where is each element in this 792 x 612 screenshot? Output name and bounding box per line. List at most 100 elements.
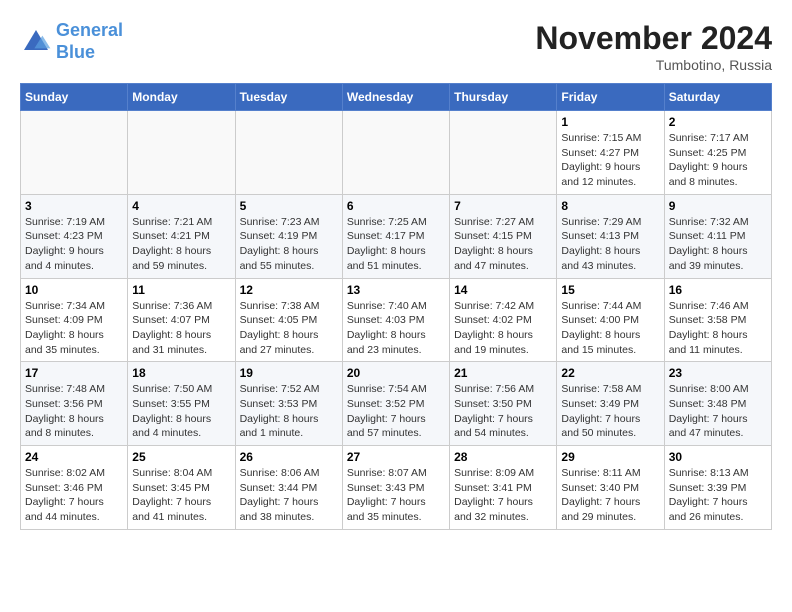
day-info: Sunrise: 7:44 AM Sunset: 4:00 PM Dayligh… [561, 299, 659, 358]
calendar-header-row: Sunday Monday Tuesday Wednesday Thursday… [21, 84, 772, 111]
cell-week2-day3: 5Sunrise: 7:23 AM Sunset: 4:19 PM Daylig… [235, 194, 342, 278]
day-info: Sunrise: 7:17 AM Sunset: 4:25 PM Dayligh… [669, 131, 767, 190]
day-info: Sunrise: 8:09 AM Sunset: 3:41 PM Dayligh… [454, 466, 552, 525]
day-number: 6 [347, 199, 445, 213]
day-number: 14 [454, 283, 552, 297]
cell-week1-day1 [21, 111, 128, 195]
location: Tumbotino, Russia [535, 57, 772, 73]
cell-week4-day6: 22 Sunrise: 7:58 AM Sunset: 3:49 PM Dayli… [557, 362, 664, 446]
week-row-2: 3 Sunrise: 7:19 AM Sunset: 4:23 PM Daylig… [21, 194, 772, 278]
cell-week1-day5 [450, 111, 557, 195]
calendar-table: Sunday Monday Tuesday Wednesday Thursday… [20, 83, 772, 530]
cell-week5-day5: 28 Sunrise: 8:09 AM Sunset: 3:41 PM Dayli… [450, 446, 557, 530]
logo-text-line2: Blue [56, 42, 123, 64]
day-info: Sunrise: 7:25 AM Sunset: 4:17 PM Dayligh… [347, 215, 445, 274]
day-number: 9 [669, 199, 767, 213]
day-number: 22 [561, 366, 659, 380]
header-friday: Friday [557, 84, 664, 111]
day-number: 21 [454, 366, 552, 380]
cell-week3-day3: 12 Sunrise: 7:38 AM Sunset: 4:05 PM Dayli… [235, 278, 342, 362]
cell-week4-day5: 21Sunrise: 7:56 AM Sunset: 3:50 PM Dayli… [450, 362, 557, 446]
day-info: Sunrise: 7:38 AM Sunset: 4:05 PM Dayligh… [240, 299, 338, 358]
day-number: 20 [347, 366, 445, 380]
cell-week4-day3: 19 Sunrise: 7:52 AM Sunset: 3:53 PM Dayli… [235, 362, 342, 446]
day-info: Sunrise: 7:40 AM Sunset: 4:03 PM Dayligh… [347, 299, 445, 358]
cell-week2-day4: 6 Sunrise: 7:25 AM Sunset: 4:17 PM Daylig… [342, 194, 449, 278]
day-info: Sunrise: 7:46 AM Sunset: 3:58 PM Dayligh… [669, 299, 767, 358]
day-number: 18 [132, 366, 230, 380]
cell-week3-day7: 16 Sunrise: 7:46 AM Sunset: 3:58 PM Dayli… [664, 278, 771, 362]
week-row-4: 17 Sunrise: 7:48 AM Sunset: 3:56 PM Dayli… [21, 362, 772, 446]
day-number: 25 [132, 450, 230, 464]
day-number: 11 [132, 283, 230, 297]
day-info: Sunrise: 8:02 AM Sunset: 3:46 PM Dayligh… [25, 466, 123, 525]
day-number: 24 [25, 450, 123, 464]
day-number: 17 [25, 366, 123, 380]
day-number: 23 [669, 366, 767, 380]
day-info: Sunrise: 7:42 AM Sunset: 4:02 PM Dayligh… [454, 299, 552, 358]
cell-week3-day2: 11Sunrise: 7:36 AM Sunset: 4:07 PM Dayli… [128, 278, 235, 362]
week-row-3: 10 Sunrise: 7:34 AM Sunset: 4:09 PM Dayli… [21, 278, 772, 362]
logo: General Blue [20, 20, 123, 63]
cell-week3-day5: 14 Sunrise: 7:42 AM Sunset: 4:02 PM Dayli… [450, 278, 557, 362]
day-info: Sunrise: 7:29 AM Sunset: 4:13 PM Dayligh… [561, 215, 659, 274]
cell-week5-day3: 26Sunrise: 8:06 AM Sunset: 3:44 PM Dayli… [235, 446, 342, 530]
cell-week2-day7: 9 Sunrise: 7:32 AM Sunset: 4:11 PM Daylig… [664, 194, 771, 278]
header-sunday: Sunday [21, 84, 128, 111]
header-monday: Monday [128, 84, 235, 111]
day-number: 1 [561, 115, 659, 129]
cell-week3-day6: 15Sunrise: 7:44 AM Sunset: 4:00 PM Dayli… [557, 278, 664, 362]
cell-week1-day6: 1 Sunrise: 7:15 AM Sunset: 4:27 PM Daylig… [557, 111, 664, 195]
day-number: 5 [240, 199, 338, 213]
title-block: November 2024 Tumbotino, Russia [535, 20, 772, 73]
cell-week2-day1: 3 Sunrise: 7:19 AM Sunset: 4:23 PM Daylig… [21, 194, 128, 278]
cell-week5-day2: 25 Sunrise: 8:04 AM Sunset: 3:45 PM Dayli… [128, 446, 235, 530]
cell-week5-day4: 27Sunrise: 8:07 AM Sunset: 3:43 PM Dayli… [342, 446, 449, 530]
day-info: Sunrise: 7:54 AM Sunset: 3:52 PM Dayligh… [347, 382, 445, 441]
cell-week1-day7: 2 Sunrise: 7:17 AM Sunset: 4:25 PM Daylig… [664, 111, 771, 195]
page-header: General Blue November 2024 Tumbotino, Ru… [20, 20, 772, 73]
week-row-1: 1 Sunrise: 7:15 AM Sunset: 4:27 PM Daylig… [21, 111, 772, 195]
cell-week1-day3 [235, 111, 342, 195]
day-info: Sunrise: 8:04 AM Sunset: 3:45 PM Dayligh… [132, 466, 230, 525]
day-number: 16 [669, 283, 767, 297]
cell-week5-day7: 30Sunrise: 8:13 AM Sunset: 3:39 PM Dayli… [664, 446, 771, 530]
day-info: Sunrise: 7:27 AM Sunset: 4:15 PM Dayligh… [454, 215, 552, 274]
day-info: Sunrise: 8:06 AM Sunset: 3:44 PM Dayligh… [240, 466, 338, 525]
header-thursday: Thursday [450, 84, 557, 111]
cell-week5-day1: 24 Sunrise: 8:02 AM Sunset: 3:46 PM Dayli… [21, 446, 128, 530]
logo-icon [20, 26, 52, 58]
cell-week5-day6: 29Sunrise: 8:11 AM Sunset: 3:40 PM Dayli… [557, 446, 664, 530]
cell-week3-day4: 13Sunrise: 7:40 AM Sunset: 4:03 PM Dayli… [342, 278, 449, 362]
day-info: Sunrise: 7:34 AM Sunset: 4:09 PM Dayligh… [25, 299, 123, 358]
day-info: Sunrise: 8:13 AM Sunset: 3:39 PM Dayligh… [669, 466, 767, 525]
day-number: 7 [454, 199, 552, 213]
cell-week2-day6: 8 Sunrise: 7:29 AM Sunset: 4:13 PM Daylig… [557, 194, 664, 278]
header-saturday: Saturday [664, 84, 771, 111]
day-info: Sunrise: 8:07 AM Sunset: 3:43 PM Dayligh… [347, 466, 445, 525]
cell-week3-day1: 10 Sunrise: 7:34 AM Sunset: 4:09 PM Dayli… [21, 278, 128, 362]
cell-week2-day5: 7 Sunrise: 7:27 AM Sunset: 4:15 PM Daylig… [450, 194, 557, 278]
day-number: 3 [25, 199, 123, 213]
day-number: 2 [669, 115, 767, 129]
cell-week4-day1: 17 Sunrise: 7:48 AM Sunset: 3:56 PM Dayli… [21, 362, 128, 446]
cell-week1-day2 [128, 111, 235, 195]
month-title: November 2024 [535, 20, 772, 57]
day-number: 8 [561, 199, 659, 213]
day-info: Sunrise: 7:15 AM Sunset: 4:27 PM Dayligh… [561, 131, 659, 190]
day-info: Sunrise: 7:48 AM Sunset: 3:56 PM Dayligh… [25, 382, 123, 441]
day-number: 12 [240, 283, 338, 297]
day-info: Sunrise: 7:50 AM Sunset: 3:55 PM Dayligh… [132, 382, 230, 441]
week-row-5: 24 Sunrise: 8:02 AM Sunset: 3:46 PM Dayli… [21, 446, 772, 530]
day-number: 4 [132, 199, 230, 213]
day-number: 10 [25, 283, 123, 297]
cell-week1-day4 [342, 111, 449, 195]
day-info: Sunrise: 7:52 AM Sunset: 3:53 PM Dayligh… [240, 382, 338, 441]
day-info: Sunrise: 7:21 AM Sunset: 4:21 PM Dayligh… [132, 215, 230, 274]
day-number: 19 [240, 366, 338, 380]
day-info: Sunrise: 7:32 AM Sunset: 4:11 PM Dayligh… [669, 215, 767, 274]
day-info: Sunrise: 7:19 AM Sunset: 4:23 PM Dayligh… [25, 215, 123, 274]
day-info: Sunrise: 8:11 AM Sunset: 3:40 PM Dayligh… [561, 466, 659, 525]
day-number: 28 [454, 450, 552, 464]
day-info: Sunrise: 7:58 AM Sunset: 3:49 PM Dayligh… [561, 382, 659, 441]
